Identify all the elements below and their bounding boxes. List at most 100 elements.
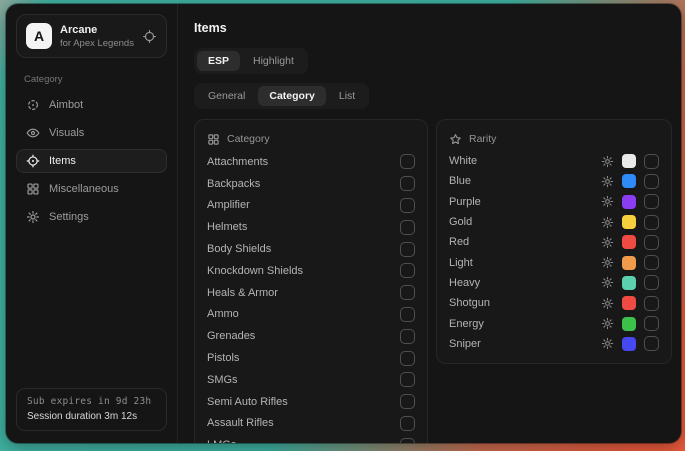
color-swatch[interactable]	[622, 215, 636, 229]
view-tab-group: General Category List	[194, 83, 369, 109]
sub-expires-text: Sub expires in 9d 23h	[27, 396, 156, 407]
eye-icon	[26, 126, 40, 140]
gear-icon[interactable]	[601, 236, 614, 249]
category-checkbox[interactable]	[400, 372, 415, 387]
sidebar-item-settings[interactable]: Settings	[16, 205, 167, 229]
gear-icon[interactable]	[601, 195, 614, 208]
gear-icon[interactable]	[601, 317, 614, 330]
color-swatch[interactable]	[622, 174, 636, 188]
crosshair-icon[interactable]	[142, 29, 157, 44]
app-subtitle: for Apex Legends	[60, 38, 134, 49]
category-row-label: Pistols	[207, 352, 239, 364]
tab-highlight[interactable]: Highlight	[242, 51, 305, 71]
sidebar-item-items[interactable]: Items	[16, 149, 167, 173]
app-logo: A	[26, 23, 52, 49]
rarity-row-label: Purple	[449, 196, 593, 208]
sidebar-item-label: Aimbot	[49, 99, 83, 111]
gear-icon[interactable]	[601, 216, 614, 229]
category-checkbox[interactable]	[400, 351, 415, 366]
gear-icon	[26, 210, 40, 224]
category-checkbox[interactable]	[400, 285, 415, 300]
rarity-checkbox[interactable]	[644, 316, 659, 331]
color-swatch[interactable]	[622, 337, 636, 351]
category-panel: Category Attachments Backpacks	[194, 119, 428, 443]
rarity-checkbox[interactable]	[644, 154, 659, 169]
category-checkbox[interactable]	[400, 154, 415, 169]
rarity-checkbox[interactable]	[644, 296, 659, 311]
brand-card: A Arcane for Apex Legends	[16, 14, 167, 58]
rarity-panel-header: Rarity	[449, 129, 659, 149]
view-tab-row: General Category List	[194, 83, 672, 109]
gear-icon[interactable]	[601, 175, 614, 188]
category-checkbox[interactable]	[400, 198, 415, 213]
rarity-list: White Blue	[449, 151, 659, 354]
gear-icon[interactable]	[601, 155, 614, 168]
app-window: A Arcane for Apex Legends Category Aimbo…	[6, 4, 681, 443]
sidebar-item-miscellaneous[interactable]: Miscellaneous	[16, 177, 167, 201]
rarity-checkbox[interactable]	[644, 275, 659, 290]
rarity-panel: Rarity White	[436, 119, 672, 364]
rarity-checkbox[interactable]	[644, 336, 659, 351]
color-swatch[interactable]	[622, 276, 636, 290]
category-row: LMGs	[207, 434, 415, 443]
gear-icon[interactable]	[601, 256, 614, 269]
rarity-row: Energy	[449, 313, 659, 333]
category-checkbox[interactable]	[400, 242, 415, 257]
rarity-row: White	[449, 151, 659, 171]
sidebar-item-label: Items	[49, 155, 76, 167]
rarity-row-label: Blue	[449, 175, 593, 187]
sidebar-item-visuals[interactable]: Visuals	[16, 121, 167, 145]
color-swatch[interactable]	[622, 256, 636, 270]
category-checkbox[interactable]	[400, 329, 415, 344]
rarity-row: Red	[449, 232, 659, 252]
category-row-label: LMGs	[207, 439, 236, 443]
category-list: Attachments Backpacks Amplifier	[207, 151, 415, 443]
category-checkbox[interactable]	[400, 263, 415, 278]
gear-icon[interactable]	[601, 276, 614, 289]
rarity-row: Shotgun	[449, 293, 659, 313]
color-swatch[interactable]	[622, 235, 636, 249]
rarity-row: Gold	[449, 212, 659, 232]
sidebar-section-label: Category	[24, 74, 159, 85]
category-row-label: Helmets	[207, 221, 247, 233]
rarity-row-label: White	[449, 155, 593, 167]
color-swatch[interactable]	[622, 154, 636, 168]
category-checkbox[interactable]	[400, 220, 415, 235]
tab-category[interactable]: Category	[258, 86, 326, 106]
rarity-checkbox[interactable]	[644, 235, 659, 250]
sidebar-item-aimbot[interactable]: Aimbot	[16, 93, 167, 117]
rarity-row-label: Gold	[449, 216, 593, 228]
color-swatch[interactable]	[622, 317, 636, 331]
color-swatch[interactable]	[622, 195, 636, 209]
sidebar-item-label: Miscellaneous	[49, 183, 119, 195]
category-row-label: Amplifier	[207, 199, 250, 211]
tab-esp[interactable]: ESP	[197, 51, 240, 71]
category-row: Semi Auto Rifles	[207, 391, 415, 413]
tab-list[interactable]: List	[328, 86, 366, 106]
category-row: Grenades	[207, 325, 415, 347]
category-checkbox[interactable]	[400, 394, 415, 409]
category-row: Pistols	[207, 347, 415, 369]
category-checkbox[interactable]	[400, 307, 415, 322]
category-checkbox[interactable]	[400, 416, 415, 431]
category-row-label: Backpacks	[207, 178, 260, 190]
mode-tab-row: ESP Highlight	[194, 48, 672, 74]
category-checkbox[interactable]	[400, 176, 415, 191]
category-panel-header: Category	[207, 129, 415, 149]
category-row: SMGs	[207, 369, 415, 391]
rarity-checkbox[interactable]	[644, 194, 659, 209]
star-icon	[449, 133, 462, 146]
rarity-row: Light	[449, 252, 659, 272]
tab-general[interactable]: General	[197, 86, 256, 106]
rarity-checkbox[interactable]	[644, 215, 659, 230]
category-row-label: Knockdown Shields	[207, 265, 303, 277]
rarity-checkbox[interactable]	[644, 174, 659, 189]
gear-icon[interactable]	[601, 297, 614, 310]
gear-icon[interactable]	[601, 337, 614, 350]
category-grid-icon	[207, 133, 220, 146]
category-row: Assault Rifles	[207, 413, 415, 435]
category-checkbox[interactable]	[400, 438, 415, 443]
rarity-checkbox[interactable]	[644, 255, 659, 270]
category-row-label: Heals & Armor	[207, 287, 278, 299]
color-swatch[interactable]	[622, 296, 636, 310]
